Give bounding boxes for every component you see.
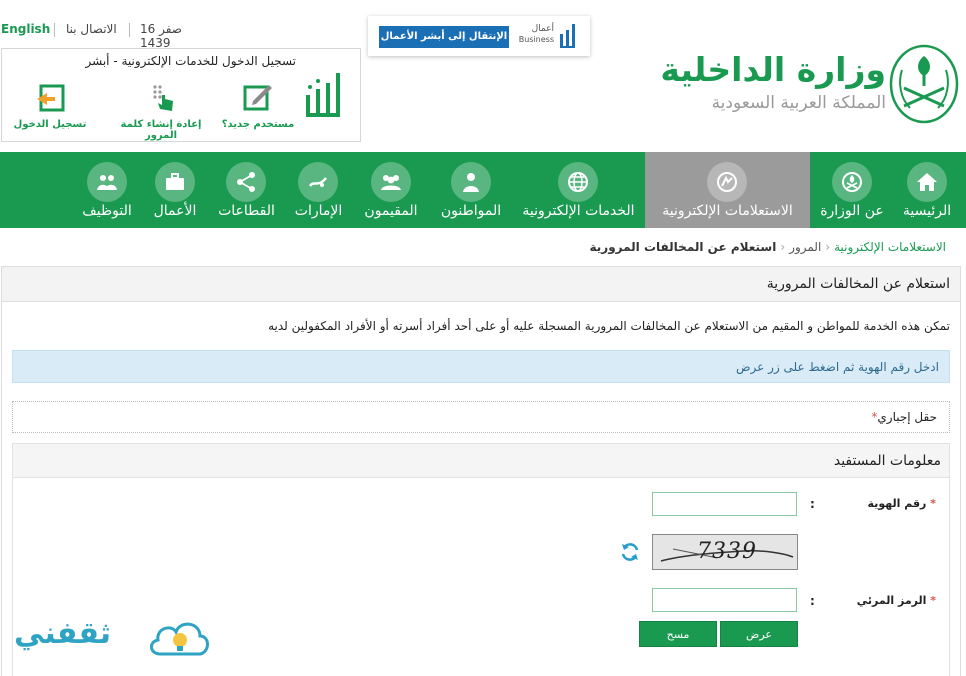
visual-code-label-text: الرمز المرئي xyxy=(856,594,927,607)
watermark-logo: ثقفني xyxy=(14,608,214,668)
ministry-emblem-icon xyxy=(832,162,872,202)
globe-icon xyxy=(558,162,598,202)
absher-business-banner: الإنتقال إلى أبشر الأعمال أعمال Business xyxy=(368,16,590,56)
edit-icon xyxy=(243,85,272,111)
contact-link[interactable]: الاتصال بنا xyxy=(66,22,117,36)
people-icon xyxy=(87,162,127,202)
id-number-label: رقم الهوية * xyxy=(868,497,936,510)
required-star: * xyxy=(930,594,936,607)
nav-item-business[interactable]: الأعمال xyxy=(142,152,208,228)
nav-label: التوظيف xyxy=(82,203,132,219)
ministry-title: وزارة الداخلية xyxy=(660,50,886,89)
hijri-date: 16 صفر 1439 xyxy=(140,22,182,50)
reset-password-label: إعادة إنشاء كلمة المرور xyxy=(120,119,202,141)
emirates-icon xyxy=(298,162,338,202)
colon: : xyxy=(810,497,815,511)
captcha-image: 7339 xyxy=(652,534,798,570)
watermark-text: ثقفني xyxy=(14,616,112,651)
id-number-input[interactable] xyxy=(652,492,797,516)
sign-in-label: تسجيل الدخول xyxy=(13,119,87,130)
refresh-captcha-icon[interactable] xyxy=(619,541,641,563)
nav-item-employment[interactable]: التوظيف xyxy=(72,152,142,228)
reset-password-button[interactable]: إعادة إنشاء كلمة المرور xyxy=(106,83,216,141)
saudi-emblem-icon xyxy=(889,44,959,124)
view-button[interactable]: عرض xyxy=(720,621,798,647)
nav-label: الخدمات الإلكترونية xyxy=(522,203,635,219)
business-logo-english: Business xyxy=(518,35,554,44)
fieldset-header: معلومات المستفيد xyxy=(13,444,949,478)
required-note-text: حقل إجباري xyxy=(877,410,937,424)
panel-header: استعلام عن المخالفات المرورية xyxy=(2,267,960,302)
english-link[interactable]: English xyxy=(1,22,50,36)
service-description: تمكن هذه الخدمة للمواطن و المقيم من الاس… xyxy=(268,319,950,333)
nav-label: الاستعلامات الإلكترونية xyxy=(662,203,793,219)
absher-login-box: تسجيل الدخول للخدمات الإلكترونية - أبشر … xyxy=(1,48,361,142)
keypad-hand-icon xyxy=(153,85,173,111)
nav-item-residents[interactable]: المقيمون xyxy=(352,152,430,228)
nav-item-sectors[interactable]: القطاعات xyxy=(208,152,285,228)
login-title: تسجيل الدخول للخدمات الإلكترونية - أبشر xyxy=(85,54,296,68)
nav-item-e-inquiries[interactable]: الاستعلامات الإلكترونية xyxy=(645,152,810,228)
briefcase-icon xyxy=(155,162,195,202)
nav-label: الإمارات xyxy=(294,203,343,219)
chevron-left-icon: ‹ xyxy=(780,240,786,254)
residents-icon xyxy=(371,162,411,202)
breadcrumb-item-inquiries[interactable]: الاستعلامات الإلكترونية xyxy=(834,240,946,254)
absher-logo-icon xyxy=(306,73,340,117)
nav-item-citizens[interactable]: المواطنون xyxy=(430,152,512,228)
sign-in-icon xyxy=(37,84,65,112)
clear-button[interactable]: مسح xyxy=(639,621,717,647)
divider xyxy=(54,23,55,37)
home-icon xyxy=(907,162,947,202)
lightbulb-cloud-icon xyxy=(150,622,209,656)
required-star: * xyxy=(930,497,936,510)
nav-label: عن الوزارة xyxy=(820,203,884,219)
nav-item-about[interactable]: عن الوزارة xyxy=(810,152,894,228)
visual-code-input[interactable] xyxy=(652,588,797,612)
nav-label: الأعمال xyxy=(153,203,197,219)
new-user-label: مستخدم جديد؟ xyxy=(221,119,295,130)
breadcrumb-item-traffic[interactable]: المرور xyxy=(789,240,821,254)
captcha-text: 7339 xyxy=(697,539,757,564)
business-logo-arabic: أعمال xyxy=(531,24,554,34)
breadcrumb: الاستعلامات الإلكترونية‹المرور‹استعلام ع… xyxy=(590,240,946,254)
info-alert: ادخل رقم الهوية ثم اضغط على زر عرض xyxy=(12,350,950,383)
visual-code-label: الرمز المرئي * xyxy=(857,594,936,607)
colon: : xyxy=(810,594,815,608)
fieldset-title: معلومات المستفيد xyxy=(833,453,941,469)
nav-label: الرئيسية xyxy=(902,203,952,219)
info-alert-text: ادخل رقم الهوية ثم اضغط على زر عرض xyxy=(736,360,939,374)
citizen-icon xyxy=(451,162,491,202)
top-utility-bar: English الاتصال بنا 16 صفر 1439 xyxy=(0,22,210,50)
nav-label: المواطنون xyxy=(440,203,502,219)
breadcrumb-current: استعلام عن المخالفات المرورية xyxy=(589,240,777,254)
inquiry-icon xyxy=(707,162,747,202)
new-user-button[interactable]: مستخدم جديد؟ xyxy=(216,83,300,130)
nav-item-emirates[interactable]: الإمارات xyxy=(285,152,352,228)
id-number-label-text: رقم الهوية xyxy=(867,497,927,510)
ministry-subtitle: المملكة العربية السعودية xyxy=(711,93,886,113)
sign-in-button[interactable]: تسجيل الدخول xyxy=(8,83,92,130)
nav-item-home[interactable]: الرئيسية xyxy=(894,152,960,228)
nav-item-e-services[interactable]: الخدمات الإلكترونية xyxy=(512,152,645,228)
nav-label: المقيمون xyxy=(364,203,418,219)
divider xyxy=(129,23,130,37)
page-title: استعلام عن المخالفات المرورية xyxy=(766,276,950,292)
chevron-left-icon: ‹ xyxy=(825,240,831,254)
required-field-note: *حقل إجباري xyxy=(12,401,950,433)
nav-label: القطاعات xyxy=(218,203,275,219)
main-nav: الرئيسية عن الوزارة الاستعلامات الإلكترو… xyxy=(0,152,966,228)
share-icon xyxy=(226,162,266,202)
absher-business-button[interactable]: الإنتقال إلى أبشر الأعمال xyxy=(379,26,509,48)
